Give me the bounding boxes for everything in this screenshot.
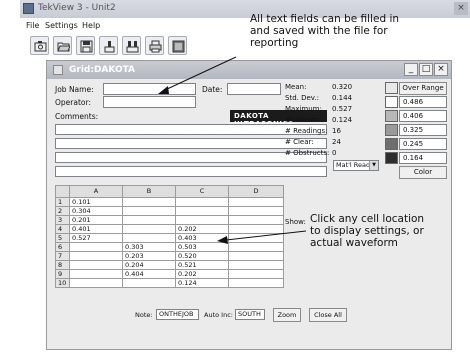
right-arrow-head — [217, 236, 228, 244]
top-callout-arrow — [164, 56, 237, 91]
right-callout-arrow — [225, 230, 307, 241]
callout-arrows — [158, 56, 307, 244]
top-arrow-head — [158, 86, 169, 94]
